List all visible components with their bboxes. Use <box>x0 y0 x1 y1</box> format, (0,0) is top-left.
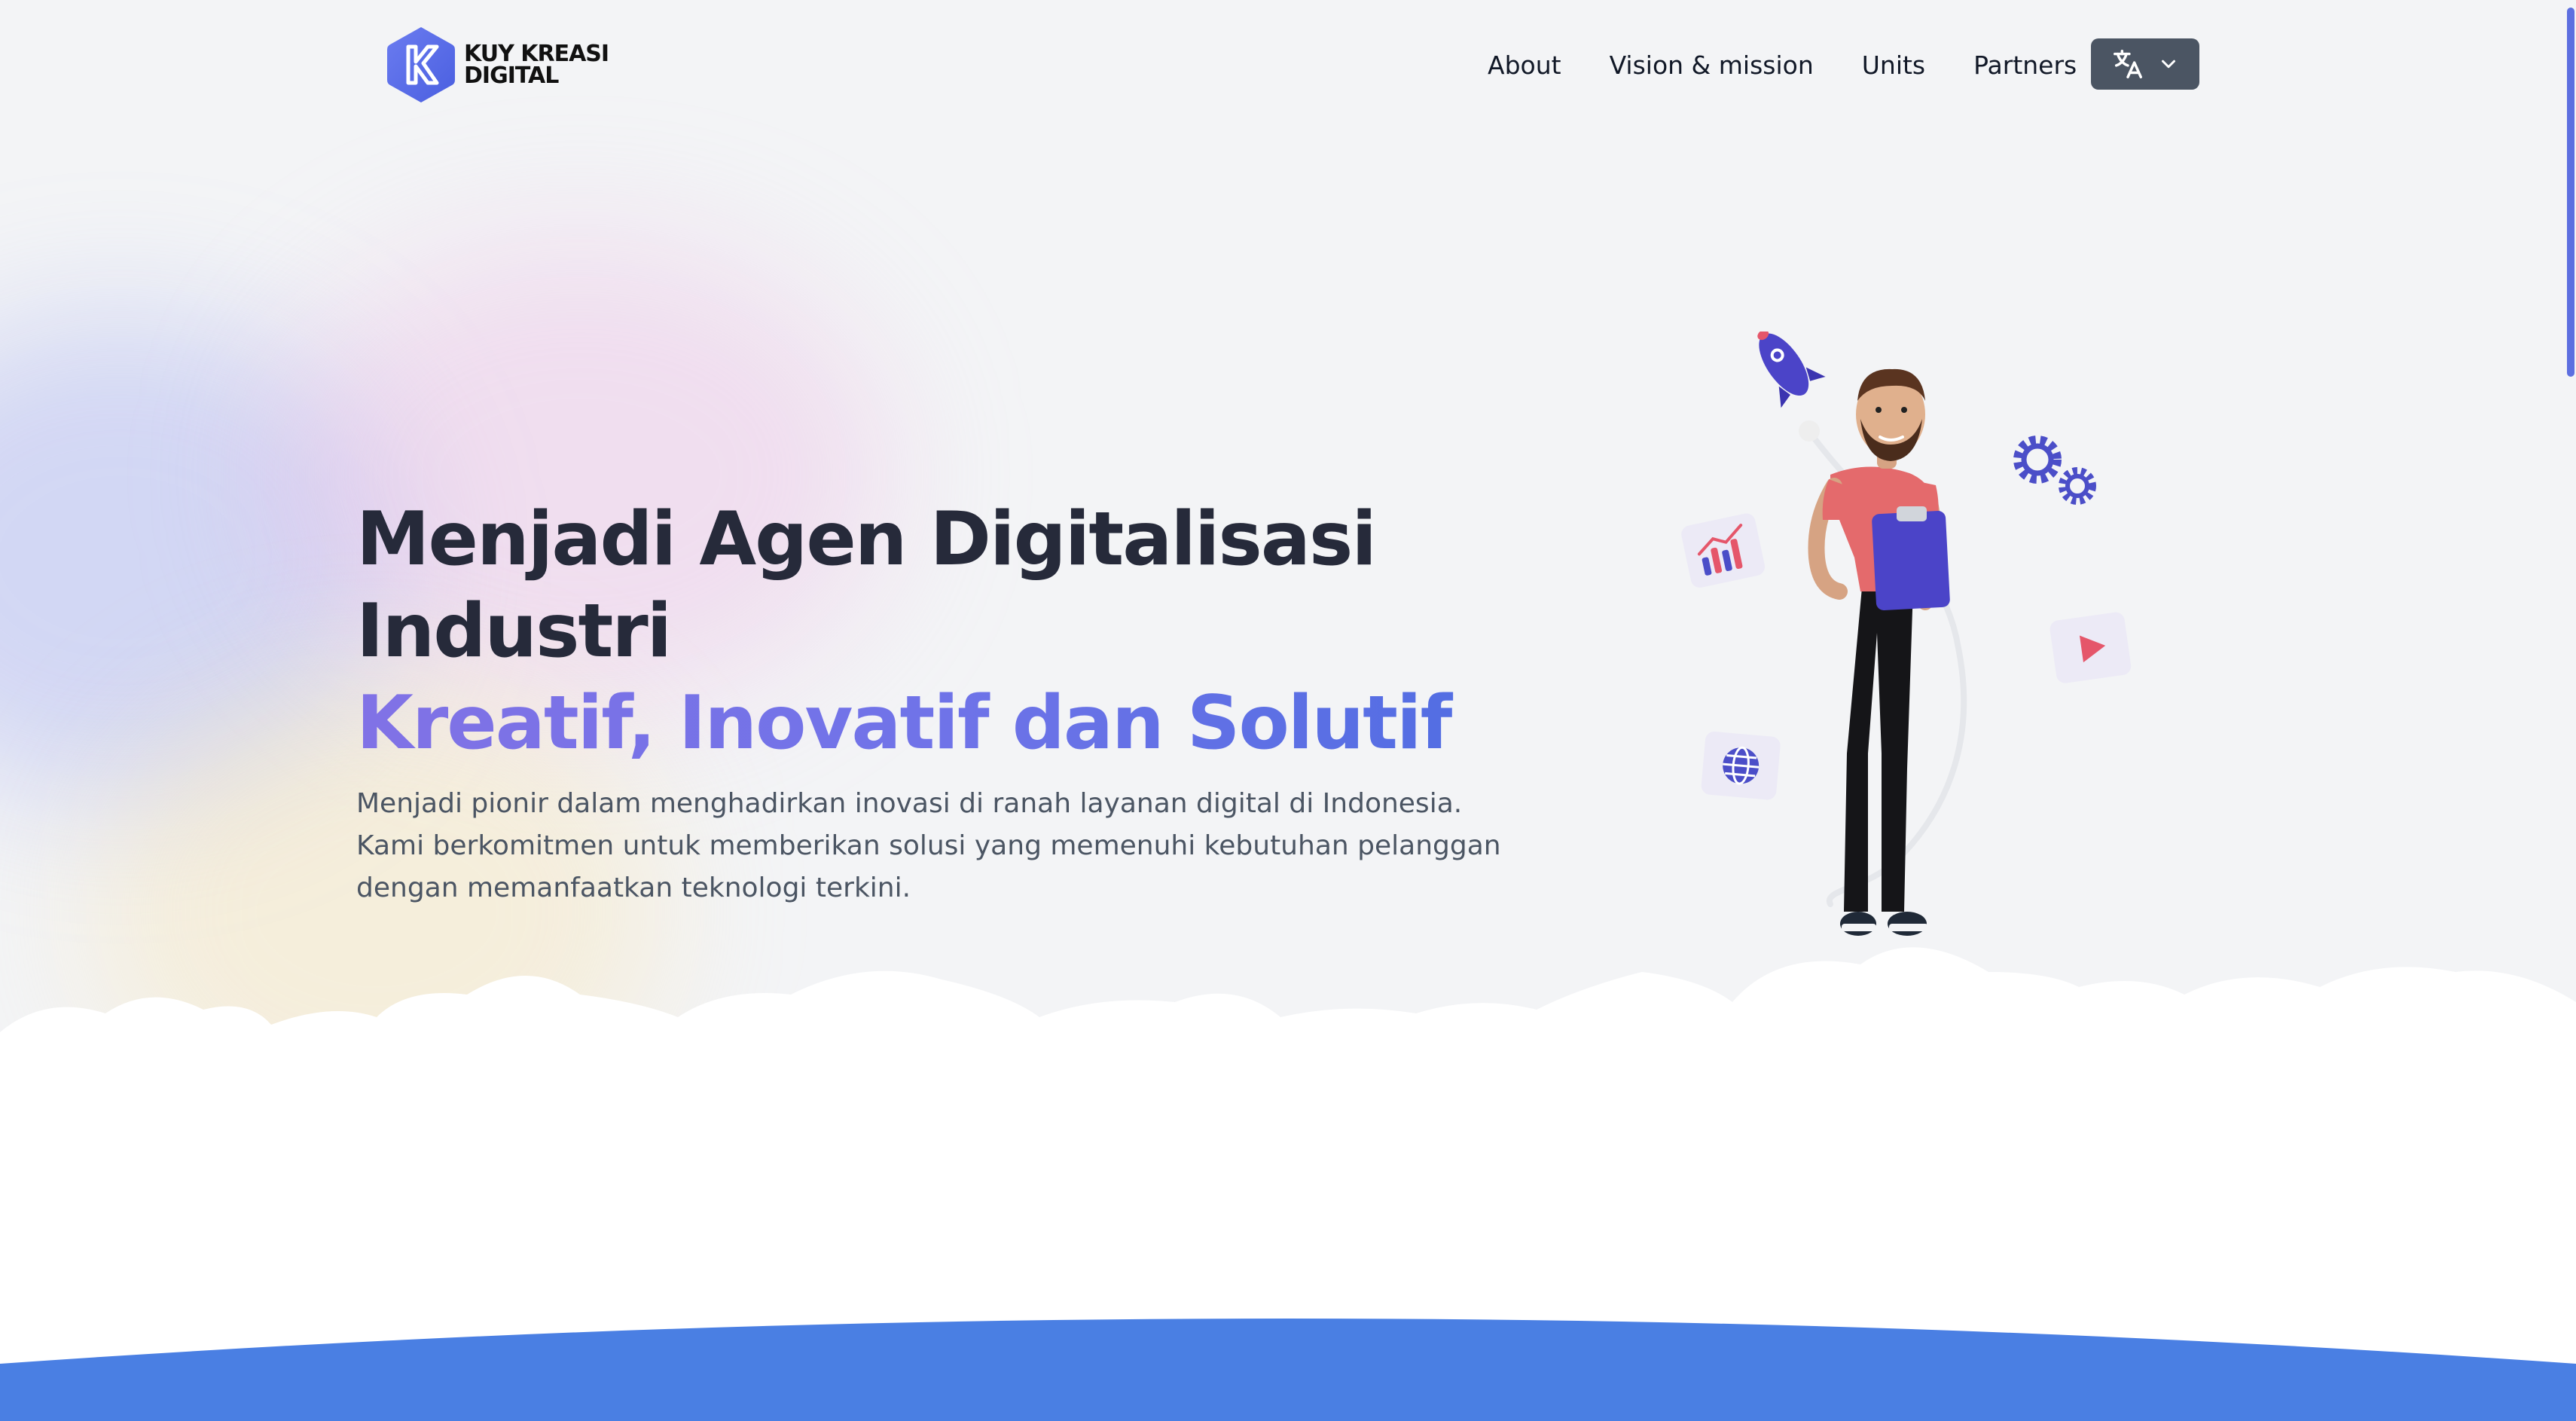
play-card-icon <box>2050 612 2132 683</box>
globe-card-icon <box>1701 732 1781 800</box>
hero-title: Menjadi Agen Digitalisasi Industri Kreat… <box>356 494 1531 769</box>
rocket-icon <box>1757 332 1826 408</box>
scrollbar-thumb[interactable] <box>2567 8 2574 377</box>
nav-item-partners[interactable]: Partners <box>1973 50 2077 80</box>
hero-section: Menjadi Agen Digitalisasi Industri Kreat… <box>356 494 1531 909</box>
site-header: KUY KREASI DIGITAL About Vision & missio… <box>0 0 2576 128</box>
nav-item-units[interactable]: Units <box>1862 50 1925 80</box>
landing-page: KUY KREASI DIGITAL About Vision & missio… <box>0 0 2576 1421</box>
nav-item-about[interactable]: About <box>1488 50 1561 80</box>
main-nav: About Vision & mission Units Partners <box>1488 38 2125 92</box>
translate-icon <box>2114 50 2142 78</box>
brand-name-line1: KUY KREASI <box>464 41 609 67</box>
gears-icon <box>2013 435 2096 505</box>
hero-description: Menjadi pionir dalam menghadirkan inovas… <box>356 788 1501 903</box>
clouds-divider <box>0 947 2576 1421</box>
page-scrollbar[interactable] <box>2565 0 2576 1421</box>
brand-logo[interactable]: KUY KREASI DIGITAL <box>386 26 609 104</box>
brand-name: KUY KREASI DIGITAL <box>464 43 609 87</box>
nav-item-vision-mission[interactable]: Vision & mission <box>1610 50 1814 80</box>
language-switcher-button[interactable] <box>2091 38 2199 90</box>
chevron-down-icon <box>2162 60 2175 69</box>
hero-title-line1: Menjadi Agen Digitalisasi Industri <box>356 497 1377 674</box>
hero-title-line2: Kreatif, Inovatif dan Solutif <box>356 677 1531 769</box>
chart-card-icon <box>1681 513 1766 588</box>
hero-illustration <box>1681 332 2132 936</box>
logo-hexagon-icon <box>387 27 455 102</box>
brand-name-line2: DIGITAL <box>464 63 559 89</box>
person-figure <box>1808 368 1950 936</box>
